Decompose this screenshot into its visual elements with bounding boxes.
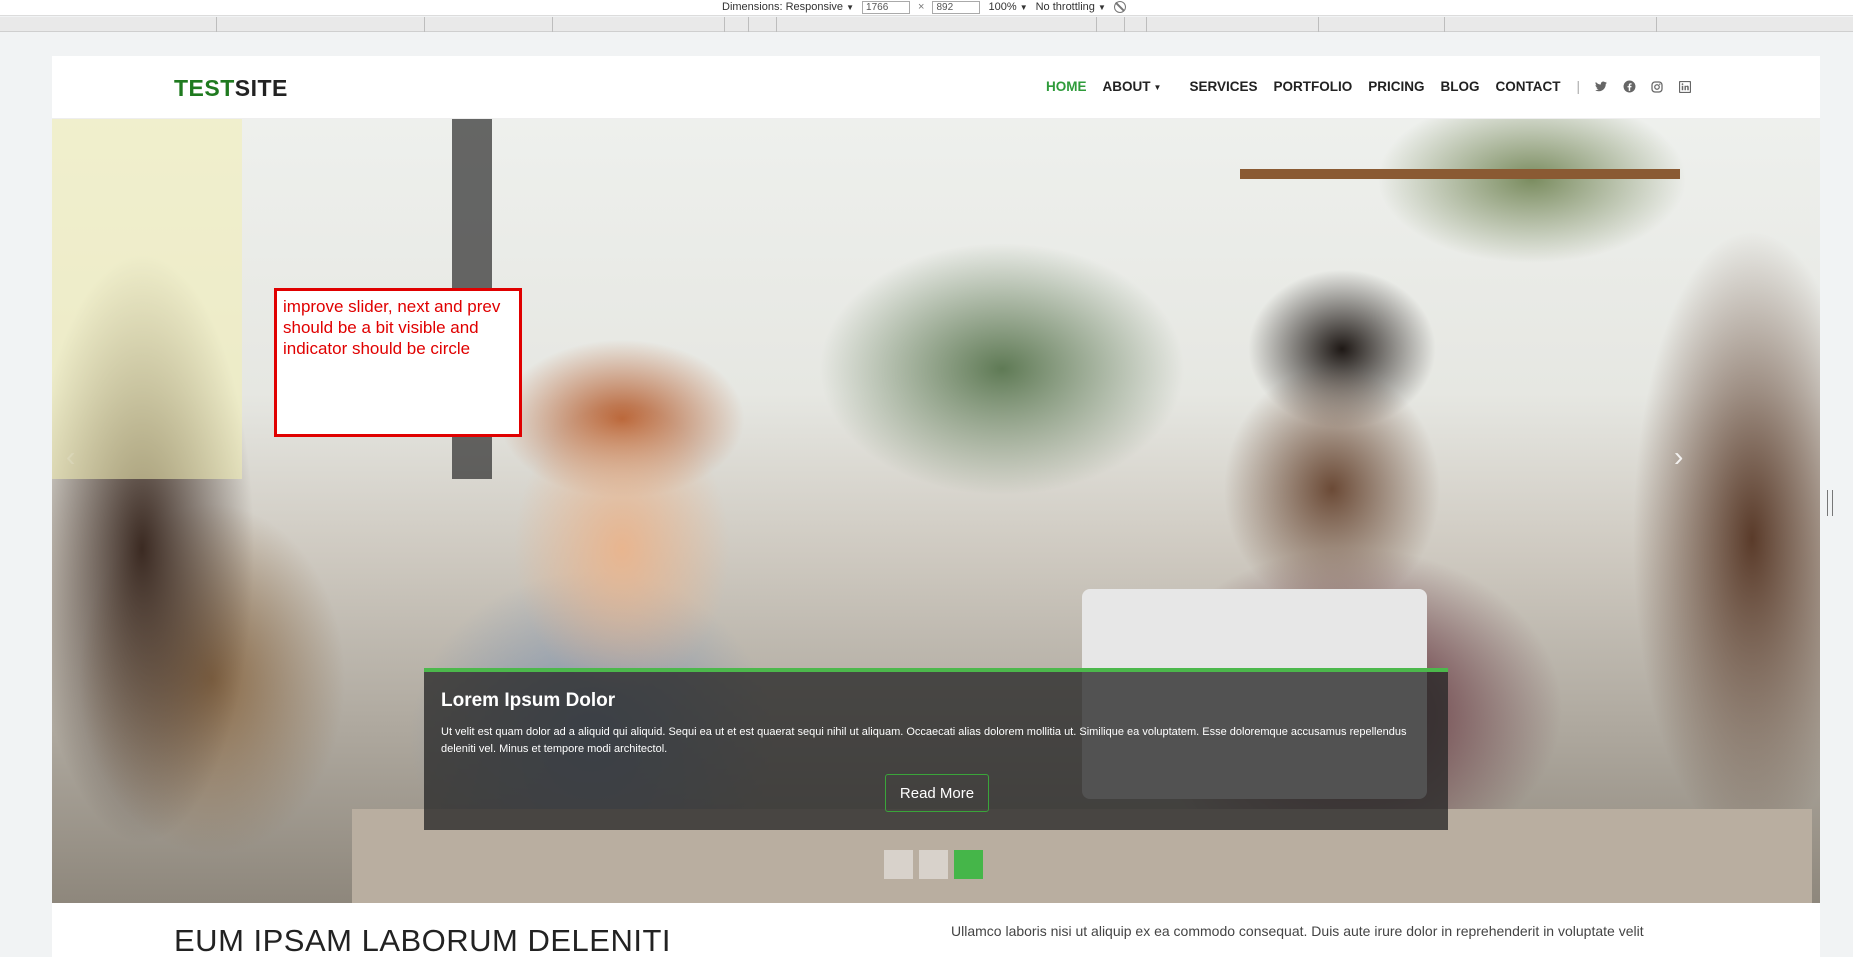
facebook-icon[interactable] bbox=[1622, 80, 1636, 94]
read-more-button[interactable]: Read More bbox=[885, 774, 989, 812]
chevron-down-icon: ▼ bbox=[1097, 3, 1106, 12]
resize-handle[interactable] bbox=[1827, 490, 1833, 516]
site-logo[interactable]: TESTSITE bbox=[174, 75, 288, 102]
dimensions-dropdown[interactable]: Dimensions: Responsive ▼ bbox=[722, 1, 854, 13]
main-nav: HOME ABOUT ▼ SERVICES PORTFOLIO PRICING B… bbox=[1046, 79, 1692, 94]
devtools-toolbar: Dimensions: Responsive ▼ 1766 × 892 100%… bbox=[0, 0, 1853, 16]
slider-indicator-active[interactable] bbox=[954, 850, 983, 879]
nav-about[interactable]: ABOUT ▼ bbox=[1103, 79, 1162, 94]
logo-text-dark: SITE bbox=[234, 75, 288, 101]
zoom-dropdown[interactable]: 100% ▼ bbox=[988, 1, 1027, 13]
slide-text: Ut velit est quam dolor ad a aliquid qui… bbox=[441, 726, 1407, 755]
instagram-icon[interactable] bbox=[1650, 80, 1664, 94]
slider-indicators bbox=[884, 850, 983, 879]
slider-next-icon[interactable]: › bbox=[1674, 443, 1696, 471]
slider-indicator[interactable] bbox=[884, 850, 913, 879]
section-paragraph: Ullamco laboris nisi ut aliquip ex ea co… bbox=[951, 923, 1644, 939]
nav-home[interactable]: HOME bbox=[1046, 79, 1087, 94]
about-section: EUM IPSAM LABORUM DELENITI Ullamco labor… bbox=[52, 903, 1820, 957]
times-label: × bbox=[918, 1, 925, 13]
throttling-dropdown[interactable]: No throttling ▼ bbox=[1036, 1, 1106, 13]
logo-text-green: TEST bbox=[174, 75, 235, 101]
nav-blog[interactable]: BLOG bbox=[1440, 79, 1479, 94]
site-header: TESTSITE HOME ABOUT ▼ SERVICES PORTFOLIO … bbox=[52, 56, 1820, 119]
hero-slider: ‹ › Lorem Ipsum Dolor Ut velit est quam … bbox=[52, 119, 1820, 903]
slider-prev-icon[interactable]: ‹ bbox=[66, 443, 88, 471]
media-query-ruler bbox=[0, 17, 1853, 32]
dimensions-label: Dimensions: Responsive bbox=[722, 1, 844, 13]
page-viewport: TESTSITE HOME ABOUT ▼ SERVICES PORTFOLIO … bbox=[52, 56, 1820, 957]
nav-portfolio[interactable]: PORTFOLIO bbox=[1273, 79, 1352, 94]
chevron-down-icon: ▼ bbox=[1153, 82, 1162, 92]
slide-caption: Lorem Ipsum Dolor Ut velit est quam dolo… bbox=[424, 668, 1448, 830]
throttling-label: No throttling bbox=[1035, 1, 1095, 13]
nav-separator: | bbox=[1576, 79, 1580, 94]
review-annotation: improve slider, next and prev should be … bbox=[274, 288, 522, 437]
nav-about-label: ABOUT bbox=[1102, 79, 1151, 94]
nav-pricing[interactable]: PRICING bbox=[1368, 79, 1424, 94]
chevron-down-icon: ▼ bbox=[846, 3, 855, 12]
nav-contact[interactable]: CONTACT bbox=[1495, 79, 1560, 94]
slide-title: Lorem Ipsum Dolor bbox=[441, 690, 616, 711]
width-input[interactable]: 1766 bbox=[862, 0, 911, 14]
twitter-icon[interactable] bbox=[1594, 80, 1608, 94]
devtools-controls: Dimensions: Responsive ▼ 1766 × 892 100%… bbox=[722, 0, 1126, 14]
photo-shelf bbox=[1240, 169, 1680, 179]
zoom-label: 100% bbox=[988, 1, 1017, 13]
slider-indicator[interactable] bbox=[919, 850, 948, 879]
rotate-disabled-icon[interactable] bbox=[1113, 1, 1126, 13]
section-heading: EUM IPSAM LABORUM DELENITI bbox=[174, 923, 672, 957]
nav-services[interactable]: SERVICES bbox=[1189, 79, 1257, 94]
height-input[interactable]: 892 bbox=[932, 0, 981, 14]
linkedin-icon[interactable] bbox=[1678, 80, 1692, 94]
photo-window bbox=[52, 119, 242, 479]
chevron-down-icon: ▼ bbox=[1019, 3, 1028, 12]
